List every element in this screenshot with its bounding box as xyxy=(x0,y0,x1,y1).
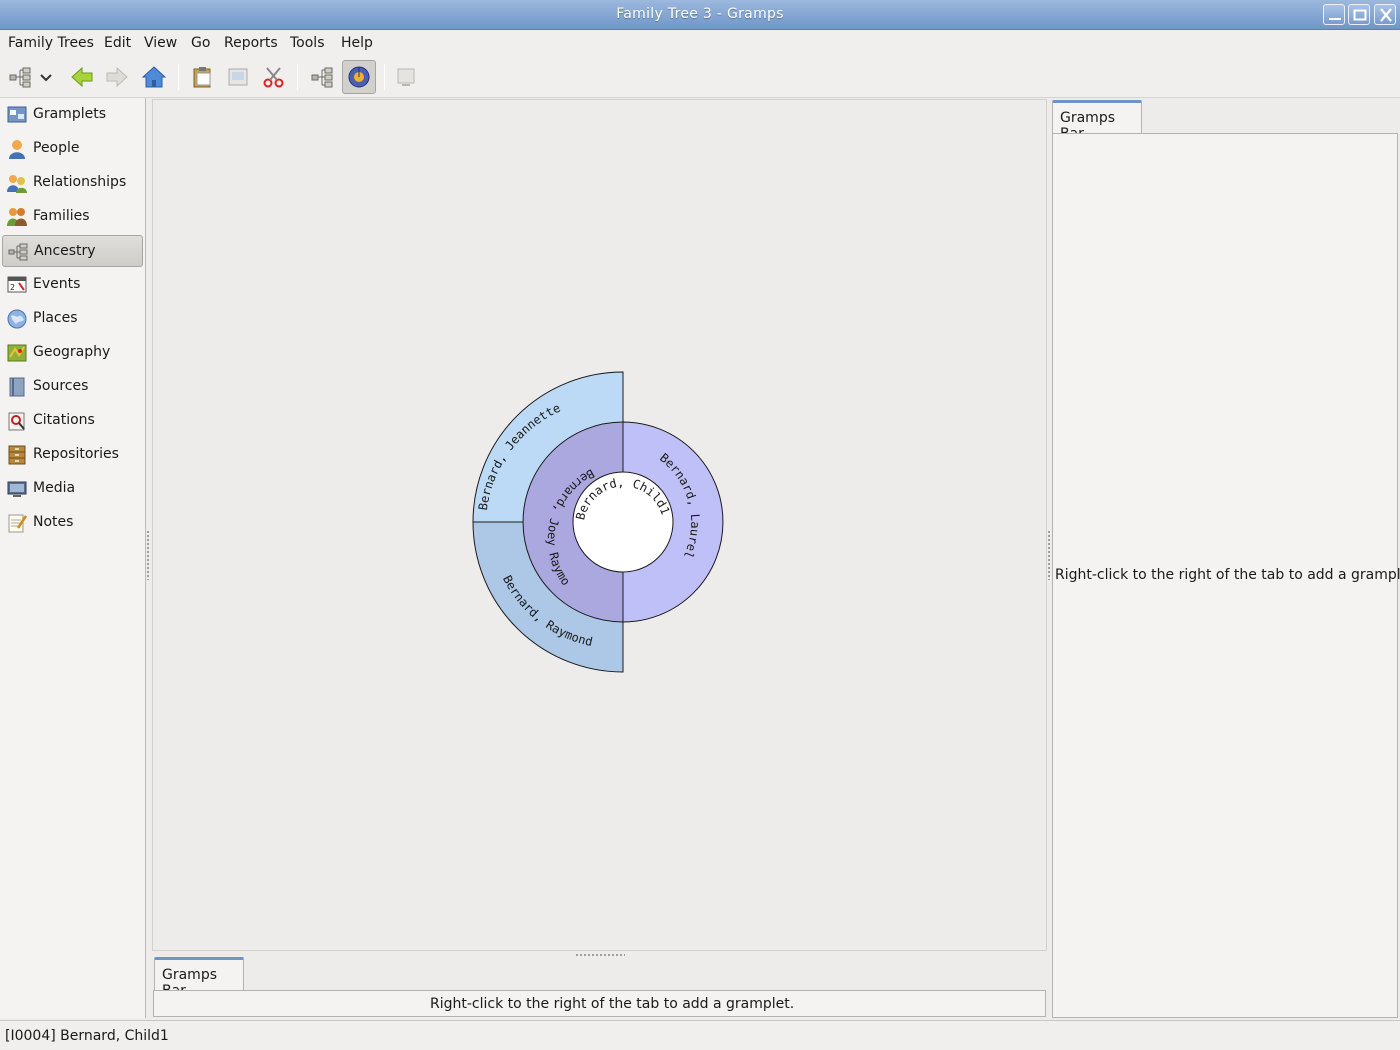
sidebar-item-label: Gramplets xyxy=(33,106,106,122)
chevron-down-icon xyxy=(40,74,52,82)
sidebar-item-geography[interactable]: Geography xyxy=(2,337,143,369)
gramplets-icon xyxy=(7,106,27,123)
family-icon xyxy=(7,208,27,226)
bottom-gramps-bar-panel[interactable]: Right-click to the right of the tab to a… xyxy=(153,990,1046,1017)
media-icon xyxy=(7,481,27,497)
family-trees-dropdown[interactable] xyxy=(36,61,56,93)
map-icon xyxy=(7,344,27,362)
sidebar-item-label: Relationships xyxy=(33,174,127,190)
sidebar-item-relationships[interactable]: Relationships xyxy=(2,167,143,199)
clipboard-icon xyxy=(193,67,211,88)
person-icon xyxy=(9,140,25,159)
maximize-button[interactable] xyxy=(1348,4,1370,25)
sidebar-item-label: Repositories xyxy=(33,446,119,462)
close-button[interactable] xyxy=(1374,4,1396,25)
sidebar-item-label: Events xyxy=(33,276,81,292)
globe-icon xyxy=(7,309,27,329)
tab-gramps-bar-side[interactable]: Gramps Bar xyxy=(1052,100,1142,142)
bottom-gramps-bar-hint: Right-click to the right of the tab to a… xyxy=(430,996,795,1012)
side-gramps-bar-panel[interactable]: Right-click to the right of the tab to a… xyxy=(1052,133,1400,1018)
close-icon xyxy=(1380,8,1392,22)
sidebar-item-label: Sources xyxy=(33,378,89,394)
sidebar-item-repositories[interactable]: Repositories xyxy=(2,439,143,471)
statusbar: [I0004] Bernard, Child1 xyxy=(0,1020,1400,1050)
menubar: Family Trees Edit View Go Reports Tools … xyxy=(0,30,1400,56)
forward-arrow-icon xyxy=(106,66,128,88)
menu-view[interactable]: View xyxy=(144,35,177,51)
fan-chart-view-icon xyxy=(348,66,370,88)
sidebar-item-citations[interactable]: Citations xyxy=(2,405,143,437)
svg-text:2: 2 xyxy=(10,283,15,292)
back-arrow-icon xyxy=(71,66,93,88)
sidebar-item-label: Media xyxy=(33,480,76,496)
pedigree-view-icon xyxy=(311,67,333,88)
sidebar-item-gramplets[interactable]: Gramplets xyxy=(2,99,143,131)
window-title: Family Tree 3 - Gramps xyxy=(616,6,784,22)
scissors-icon xyxy=(263,67,284,88)
image-icon xyxy=(228,68,248,86)
navigator-sidebar: Gramplets People Relationships Families … xyxy=(0,98,146,1018)
sidebar-item-media[interactable]: Media xyxy=(2,473,143,505)
clipboard-button[interactable] xyxy=(187,61,219,93)
ancestry-icon xyxy=(8,243,28,261)
sidebar-item-label: Citations xyxy=(33,412,95,428)
sidebar-item-label: Families xyxy=(33,208,90,224)
sidebar-item-ancestry[interactable]: Ancestry xyxy=(2,235,143,267)
sidebar-item-families[interactable]: Families xyxy=(2,201,143,233)
status-text: [I0004] Bernard, Child1 xyxy=(5,1028,169,1044)
menu-go[interactable]: Go xyxy=(191,35,210,51)
home-button[interactable] xyxy=(138,61,170,93)
window-titlebar[interactable]: Family Tree 3 - Gramps xyxy=(0,0,1400,30)
sidebar-item-events[interactable]: 2 Events xyxy=(2,269,143,301)
repository-icon xyxy=(8,445,26,465)
family-trees-button[interactable] xyxy=(4,61,36,93)
minimize-icon xyxy=(1329,18,1341,20)
fan-chart[interactable]: Bernard, Jeannette Bernard, Raymond Bern… xyxy=(153,100,1046,950)
side-gramps-bar: Gramps Bar Right-click to the right of t… xyxy=(1051,99,1400,1018)
menu-tools[interactable]: Tools xyxy=(290,35,325,51)
minimize-button[interactable] xyxy=(1323,4,1345,25)
sidebar-item-people[interactable]: People xyxy=(2,133,143,165)
sidebar-item-sources[interactable]: Sources xyxy=(2,371,143,403)
menu-reports[interactable]: Reports xyxy=(224,35,278,51)
notes-icon xyxy=(8,514,27,533)
sidebar-resize-handle[interactable] xyxy=(146,530,150,580)
side-gramps-bar-hint: Right-click to the right of the tab to a… xyxy=(1055,567,1400,583)
home-icon xyxy=(142,66,166,88)
forward-button[interactable] xyxy=(101,61,133,93)
sidebar-item-label: Geography xyxy=(33,344,111,360)
fan-chart-view[interactable]: Bernard, Jeannette Bernard, Raymond Bern… xyxy=(152,99,1047,951)
toolbar xyxy=(0,56,1400,98)
cut-button[interactable] xyxy=(258,61,290,93)
sidebar-item-label: People xyxy=(33,140,80,156)
sidebar-item-label: Notes xyxy=(33,514,74,530)
sidebar-item-label: Places xyxy=(33,310,78,326)
bottom-gramps-bar: Gramps Bar Right-click to the right of t… xyxy=(152,957,1047,1018)
configure-view-button[interactable] xyxy=(390,61,422,93)
menu-edit[interactable]: Edit xyxy=(104,35,131,51)
menu-help[interactable]: Help xyxy=(341,35,373,51)
back-button[interactable] xyxy=(66,61,98,93)
sidebar-item-places[interactable]: Places xyxy=(2,303,143,335)
calendar-icon: 2 xyxy=(7,276,27,293)
pedigree-view-button[interactable] xyxy=(306,61,338,93)
book-icon xyxy=(9,377,25,397)
sidebar-item-label: Ancestry xyxy=(34,243,96,259)
maximize-icon xyxy=(1353,9,1367,21)
media-button[interactable] xyxy=(222,61,254,93)
menu-family-trees[interactable]: Family Trees xyxy=(8,35,94,51)
family-tree-icon xyxy=(9,67,31,88)
fan-chart-view-button[interactable] xyxy=(342,60,376,94)
citation-icon xyxy=(8,412,25,431)
relationships-icon xyxy=(7,175,27,193)
tab-gramps-bar-bottom[interactable]: Gramps Bar xyxy=(154,957,244,999)
config-view-icon xyxy=(397,68,415,86)
sidebar-item-notes[interactable]: Notes xyxy=(2,507,143,539)
